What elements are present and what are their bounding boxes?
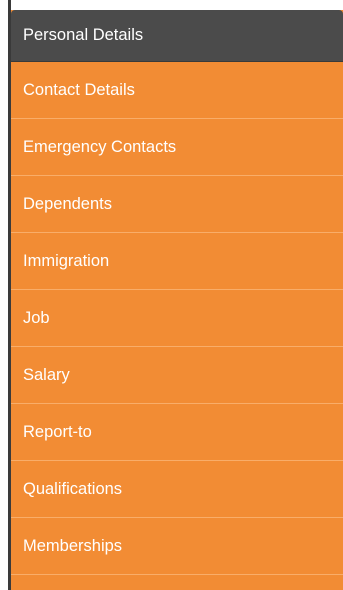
employee-details-menu: Personal Details Contact Details Emergen… [11, 10, 343, 590]
menu-item-contact-details[interactable]: Contact Details [11, 62, 343, 119]
menu-item-label: Memberships [23, 536, 123, 555]
menu-item-memberships[interactable]: Memberships [11, 518, 343, 575]
menu-item-label: Dependents [23, 194, 112, 213]
menu-item-emergency-contacts[interactable]: Emergency Contacts [11, 119, 343, 176]
menu-item-qualifications[interactable]: Qualifications [11, 461, 343, 518]
menu-item-label: Immigration [23, 251, 110, 270]
menu-item-label: Contact Details [23, 80, 135, 99]
menu-item-label: Emergency Contacts [23, 137, 177, 156]
menu-item-label: Personal Details [23, 26, 144, 44]
employee-sidebar: Personal Details Contact Details Emergen… [0, 0, 343, 590]
menu-item-job[interactable]: Job [11, 290, 343, 347]
menu-item-dependents[interactable]: Dependents [11, 176, 343, 233]
menu-item-salary[interactable]: Salary [11, 347, 343, 404]
menu-item-label: Report-to [23, 422, 92, 441]
menu-item-personal-details[interactable]: Personal Details [11, 10, 343, 62]
menu-item-label: Job [23, 308, 50, 327]
menu-item-label: Salary [23, 365, 70, 384]
menu-item-label: Qualifications [23, 479, 123, 498]
menu-item-immigration[interactable]: Immigration [11, 233, 343, 290]
menu-item-report-to[interactable]: Report-to [11, 404, 343, 461]
